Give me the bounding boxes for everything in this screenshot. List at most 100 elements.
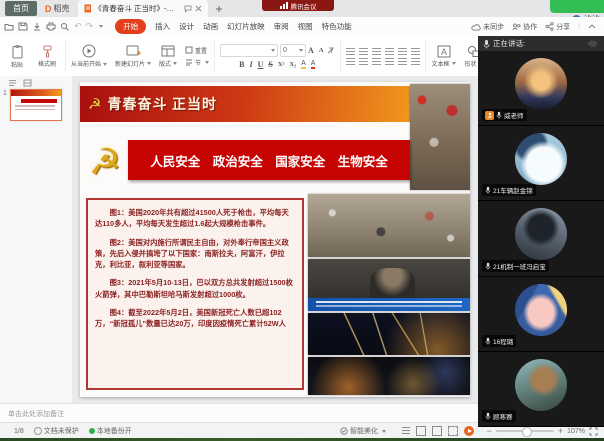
share-button[interactable]: 分享 <box>545 22 570 32</box>
output-icon[interactable] <box>32 22 42 31</box>
tab-insert[interactable]: 插入 <box>155 21 170 32</box>
backup-label: 本地备份开 <box>97 426 132 436</box>
font-size-select[interactable]: 0 <box>280 44 306 57</box>
decrease-indent-icon[interactable] <box>372 48 381 55</box>
print-icon[interactable] <box>46 22 56 31</box>
slide-1-thumbnail[interactable] <box>10 89 62 121</box>
align-center-icon[interactable] <box>359 58 368 65</box>
font-color-button[interactable]: A <box>311 60 316 69</box>
columns-icon[interactable] <box>398 58 407 65</box>
new-tab-button[interactable] <box>208 5 230 13</box>
format-painter-button[interactable]: 格式刷 <box>34 45 60 68</box>
underline-button[interactable]: U <box>258 60 264 69</box>
close-tab-icon[interactable] <box>195 5 202 12</box>
participant-tile[interactable]: 21车辆赵金锦 <box>478 126 604 201</box>
zoom-in-button[interactable]: + <box>558 426 563 436</box>
protect-label: 文档未保护 <box>44 426 79 436</box>
layout-button[interactable]: 版式 <box>155 45 181 68</box>
quick-access-caret-icon[interactable] <box>99 25 103 28</box>
preview-icon[interactable] <box>60 22 70 31</box>
numbered-list-icon[interactable] <box>359 48 368 55</box>
slide-sorter-icon[interactable] <box>432 426 442 436</box>
tab-view[interactable]: 视图 <box>298 21 313 32</box>
decrease-font-icon[interactable]: A <box>319 47 324 54</box>
participant-name: 威老师 <box>504 110 524 120</box>
tab-review[interactable]: 审阅 <box>274 21 289 32</box>
participant-tile[interactable]: 16程璐 <box>478 277 604 352</box>
participant-tile[interactable]: 威老师 <box>478 51 604 126</box>
play-from-current-button[interactable]: 从当前开始 <box>71 44 107 68</box>
reading-view-icon[interactable] <box>448 426 458 436</box>
reset-icon <box>185 46 193 54</box>
line-spacing-icon[interactable] <box>398 48 407 55</box>
play-from-current-label: 从当前开始 <box>71 62 101 68</box>
save-icon[interactable] <box>18 22 28 31</box>
paragraph-settings-icon[interactable] <box>411 58 420 65</box>
reset-button[interactable]: 重置 <box>185 46 209 55</box>
host-badge-icon <box>485 111 494 120</box>
sync-status[interactable]: 未同步 <box>471 22 504 32</box>
outline-view-icon[interactable] <box>8 79 17 87</box>
slide-canvas[interactable]: ☭ 青春奋斗 正当时 ☭ 人民安全 政治安全 国家安全 生物安全 图1：美国20… <box>72 76 478 403</box>
zoom-slider-knob[interactable] <box>522 427 532 437</box>
text-direction-icon[interactable] <box>411 48 420 55</box>
tab-special-features[interactable]: 特色功能 <box>322 21 352 32</box>
zoom-out-button[interactable]: − <box>487 426 492 436</box>
home-tab[interactable]: 首页 <box>5 1 37 16</box>
slide-1[interactable]: ☭ 青春奋斗 正当时 ☭ 人民安全 政治安全 国家安全 生物安全 图1：美国20… <box>80 82 470 397</box>
align-right-icon[interactable] <box>372 58 381 65</box>
textbox-button[interactable]: A 文本框 <box>431 45 457 68</box>
smart-beautify-button[interactable]: 智能美化 <box>340 426 386 436</box>
document-protect-status[interactable]: 文档未保护 <box>34 426 79 436</box>
undo-icon[interactable]: ↶ <box>74 21 82 32</box>
tab-animation[interactable]: 动画 <box>203 21 218 32</box>
increase-indent-icon[interactable] <box>385 48 394 55</box>
divider <box>340 40 341 72</box>
bold-button[interactable]: B <box>239 60 244 69</box>
docer-tab[interactable]: D 稻壳 <box>37 3 78 14</box>
highlight-color-button[interactable]: A <box>301 60 306 69</box>
redo-icon[interactable]: ↷ <box>86 21 94 32</box>
subscript-button[interactable]: X₂ <box>289 61 296 68</box>
meeting-sharing-bar[interactable] <box>550 0 604 13</box>
paste-button[interactable]: 粘贴 <box>4 44 30 69</box>
notes-bar[interactable]: 单击此处添加备注 <box>0 403 478 423</box>
document-tab[interactable]: 《青春奋斗 正当时》-最减 <box>78 0 208 17</box>
new-slide-button[interactable]: 新建幻灯片 <box>115 45 151 68</box>
participant-tile[interactable]: 21机制一班冯启宝 <box>478 201 604 276</box>
font-name-select[interactable] <box>220 44 278 57</box>
slide-body-textbox[interactable]: 图1：美国2020年共有超过41500人死于枪击，平均每天达110多人，平均每天… <box>86 198 304 390</box>
thumbnail-textline <box>15 109 55 111</box>
zoom-control: − + 107% <box>487 426 598 436</box>
meeting-screenshare-indicator[interactable]: 腾讯会议 <box>262 0 334 11</box>
section-button[interactable]: 节 <box>185 58 209 67</box>
news-person-silhouette <box>370 268 415 299</box>
clear-format-icon[interactable] <box>326 46 335 55</box>
tab-home[interactable]: 开始 <box>115 19 146 34</box>
paste-icon <box>11 44 24 59</box>
align-left-icon[interactable] <box>346 58 355 65</box>
open-folder-icon[interactable] <box>4 22 14 31</box>
strikethrough-button[interactable]: S <box>268 60 272 69</box>
tab-design[interactable]: 设计 <box>179 21 194 32</box>
comment-icon[interactable] <box>184 5 192 13</box>
zoom-slider[interactable] <box>496 430 554 432</box>
sync-label: 未同步 <box>483 22 504 32</box>
local-backup-status[interactable]: 本地备份开 <box>89 426 132 436</box>
slideshow-play-button[interactable] <box>464 426 474 436</box>
bullet-list-icon[interactable] <box>346 48 355 55</box>
divider <box>65 40 66 72</box>
increase-font-icon[interactable]: A <box>308 46 314 55</box>
superscript-button[interactable]: X² <box>278 61 285 68</box>
collapse-ribbon-icon[interactable] <box>588 24 596 29</box>
tab-slideshow[interactable]: 幻灯片放映 <box>227 21 265 32</box>
outline-mode-icon[interactable] <box>402 427 410 435</box>
justify-icon[interactable] <box>385 58 394 65</box>
italic-button[interactable]: I <box>249 60 252 69</box>
meeting-indicator-label: 腾讯会议 <box>291 1 317 11</box>
collaborate-button[interactable]: 协作 <box>512 22 537 32</box>
thumbnail-view-icon[interactable] <box>23 79 32 87</box>
normal-view-icon[interactable] <box>416 426 426 436</box>
participant-tile[interactable]: 顾寒赛 <box>478 352 604 427</box>
fit-slide-icon[interactable] <box>589 427 598 436</box>
